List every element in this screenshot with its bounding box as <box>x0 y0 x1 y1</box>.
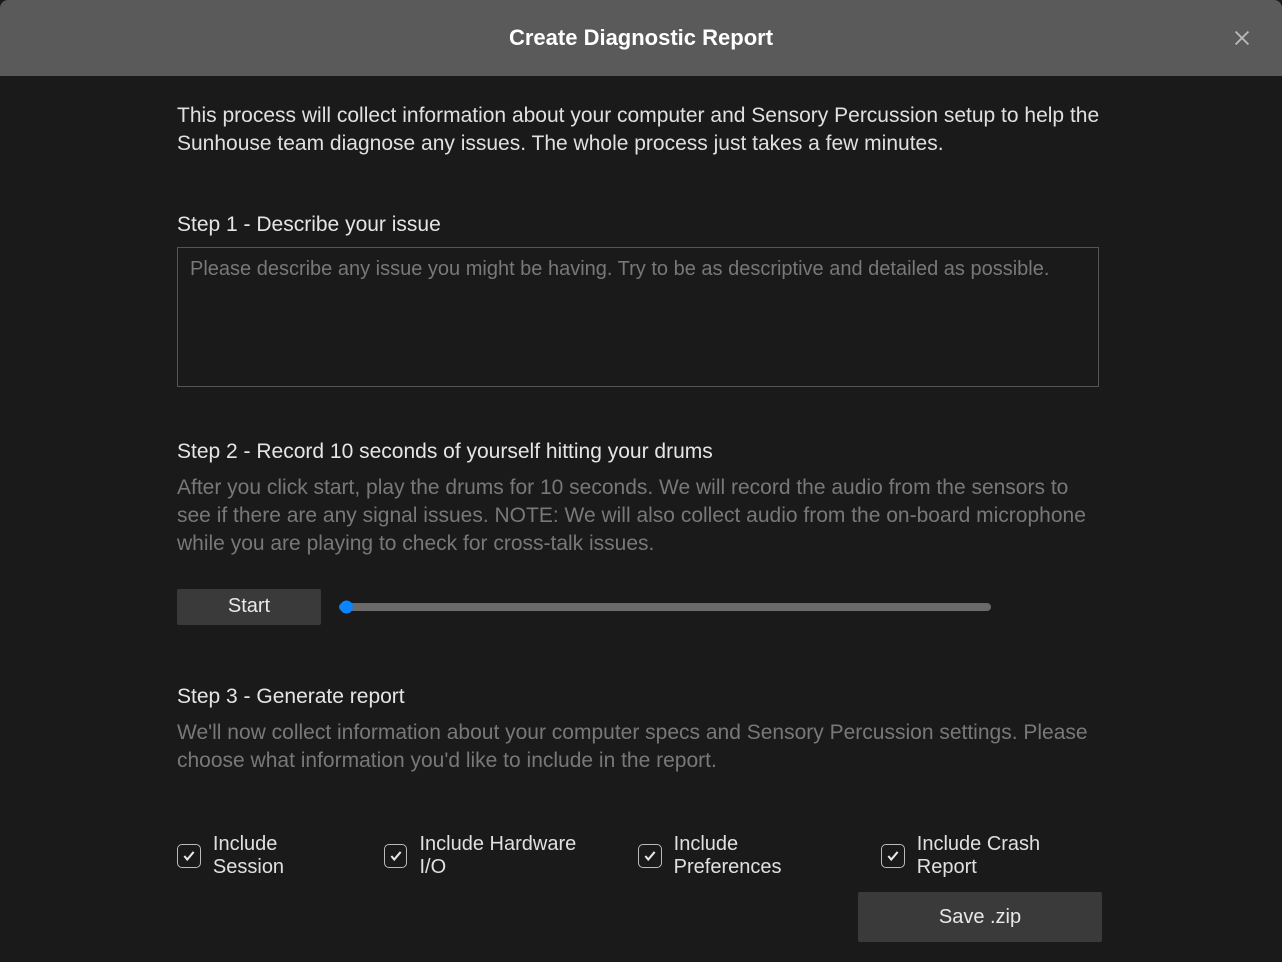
checkbox-include-preferences[interactable]: Include Preferences <box>638 833 851 879</box>
checkbox-box <box>177 844 201 868</box>
checkmark-icon <box>643 849 657 863</box>
checkbox-row: Include Session Include Hardware I/O Inc… <box>177 833 1105 879</box>
intro-text: This process will collect information ab… <box>177 102 1105 159</box>
step2-title: Step 2 - Record 10 seconds of yourself h… <box>177 440 1105 464</box>
checkbox-include-session[interactable]: Include Session <box>177 833 354 879</box>
step3-title: Step 3 - Generate report <box>177 685 1105 709</box>
close-icon <box>1231 27 1253 49</box>
step3-section: Step 3 - Generate report We'll now colle… <box>177 685 1105 880</box>
progress-thumb <box>340 600 353 613</box>
issue-description-input[interactable] <box>177 247 1099 387</box>
checkbox-label: Include Preferences <box>674 833 851 879</box>
step2-section: Step 2 - Record 10 seconds of yourself h… <box>177 440 1105 625</box>
checkbox-include-crash-report[interactable]: Include Crash Report <box>881 833 1105 879</box>
step1-section: Step 1 - Describe your issue <box>177 213 1105 392</box>
close-button[interactable] <box>1227 23 1257 53</box>
dialog-header: Create Diagnostic Report <box>0 0 1282 76</box>
dialog-title: Create Diagnostic Report <box>509 25 773 51</box>
checkbox-box <box>881 844 905 868</box>
checkbox-box <box>638 844 662 868</box>
dialog-content: This process will collect information ab… <box>0 76 1282 879</box>
start-recording-button[interactable]: Start <box>177 589 321 625</box>
checkbox-include-hardware-io[interactable]: Include Hardware I/O <box>384 833 608 879</box>
step2-description: After you click start, play the drums fo… <box>177 474 1105 559</box>
checkbox-label: Include Hardware I/O <box>419 833 607 879</box>
checkbox-label: Include Session <box>213 833 354 879</box>
step1-title: Step 1 - Describe your issue <box>177 213 1105 237</box>
checkbox-label: Include Crash Report <box>917 833 1105 879</box>
checkmark-icon <box>886 849 900 863</box>
record-row: Start <box>177 589 1105 625</box>
checkmark-icon <box>182 849 196 863</box>
step3-description: We'll now collect information about your… <box>177 719 1105 776</box>
dialog-footer: Save .zip <box>858 892 1102 942</box>
checkbox-box <box>384 844 408 868</box>
save-zip-button[interactable]: Save .zip <box>858 892 1102 942</box>
recording-progress-slider[interactable] <box>339 603 991 611</box>
checkmark-icon <box>389 849 403 863</box>
